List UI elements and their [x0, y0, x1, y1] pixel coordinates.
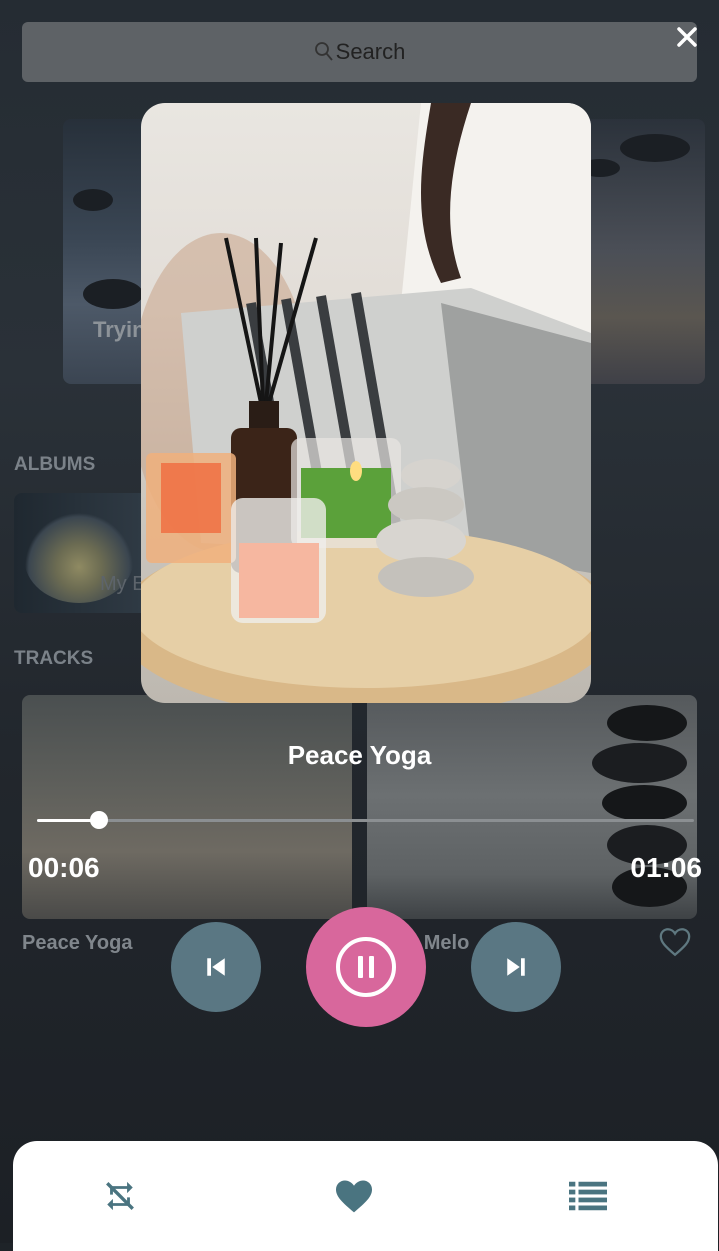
progress-slider[interactable] — [37, 811, 694, 829]
track-tile[interactable] — [367, 695, 697, 919]
elapsed-time: 00:06 — [28, 852, 100, 883]
close-icon — [677, 27, 697, 47]
track-title: Peace Yoga — [22, 932, 133, 954]
search-icon — [314, 42, 333, 61]
skip-next-icon — [507, 958, 525, 976]
total-duration: 01:06 — [630, 852, 702, 883]
previous-button[interactable] — [171, 922, 261, 1012]
close-button[interactable] — [672, 22, 702, 52]
playlist-button[interactable] — [568, 1176, 608, 1216]
pause-button[interactable] — [306, 907, 426, 1027]
tracks-heading: TRACKS — [14, 648, 94, 669]
playlist-icon — [569, 1181, 607, 1211]
search-label: Search — [335, 39, 406, 64]
pause-icon — [336, 937, 396, 997]
search-bar[interactable]: Search — [22, 22, 697, 82]
artwork-illustration — [141, 103, 591, 703]
next-button[interactable] — [471, 922, 561, 1012]
heart-outline-icon[interactable] — [658, 926, 692, 958]
album-artwork — [141, 103, 591, 703]
heart-icon — [336, 1180, 372, 1213]
albums-heading: ALBUMS — [14, 454, 96, 475]
repeat-off-icon — [106, 1181, 134, 1211]
repeat-toggle-button[interactable] — [100, 1176, 140, 1216]
track-tile[interactable] — [22, 695, 352, 919]
favorite-button[interactable] — [334, 1176, 374, 1216]
album-title: My E — [100, 573, 146, 595]
skip-previous-icon — [207, 958, 225, 976]
featured-card-title: Tryin — [93, 317, 146, 342]
now-playing-title: Peace Yoga — [287, 740, 432, 770]
